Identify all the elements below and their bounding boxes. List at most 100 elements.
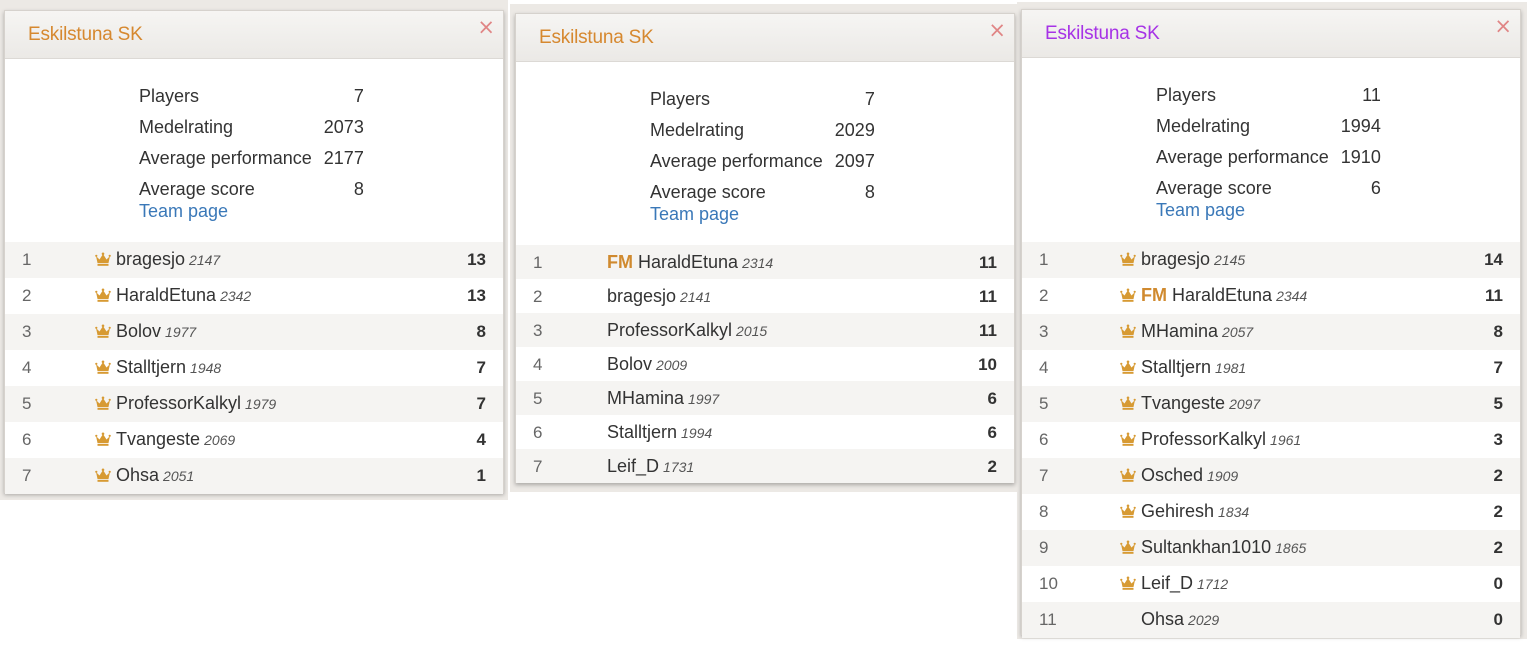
table-row[interactable]: 5 MHamina 1997 6 xyxy=(516,381,1014,415)
player-rating: 2057 xyxy=(1222,324,1254,340)
rank-number: 3 xyxy=(533,321,543,340)
table-row[interactable]: 6 Stalltjern 1994 6 xyxy=(516,415,1014,449)
table-row[interactable]: 1 bragesjo 2147 13 xyxy=(5,242,503,278)
stat-label: Medelrating xyxy=(650,120,745,140)
player-name-link[interactable]: Bolov xyxy=(607,354,652,374)
player-cell: ProfessorKalkyl 1961 xyxy=(1120,429,1301,450)
player-name-link[interactable]: bragesjo xyxy=(116,249,185,269)
table-row[interactable]: 3 Bolov 1977 8 xyxy=(5,314,503,350)
rank-number: 5 xyxy=(1039,394,1049,413)
player-cell: Gehiresh 1834 xyxy=(1120,501,1249,522)
stat-label: Players xyxy=(650,89,711,109)
table-row[interactable]: 4 Stalltjern 1948 7 xyxy=(5,350,503,386)
player-score: 7 xyxy=(1493,358,1503,377)
table-row[interactable]: 2 FM HaraldEtuna 2344 11 xyxy=(1022,278,1520,314)
player-score: 11 xyxy=(979,253,997,272)
player-score: 7 xyxy=(476,358,486,377)
player-score: 8 xyxy=(1493,322,1503,341)
player-title-badge: FM xyxy=(1141,285,1167,305)
player-rating: 1994 xyxy=(681,425,713,441)
player-name-link[interactable]: Tvangeste xyxy=(116,429,200,449)
panel-title: Eskilstuna SK xyxy=(28,24,143,45)
player-name-link[interactable]: HaraldEtuna xyxy=(1172,285,1272,305)
player-name-link[interactable]: Gehiresh xyxy=(1141,501,1214,521)
player-score: 0 xyxy=(1493,574,1503,593)
rank-number: 7 xyxy=(22,466,32,485)
patron-crown-icon xyxy=(1120,286,1136,302)
player-cell: Stalltjern 1981 xyxy=(1120,357,1246,378)
player-name-link[interactable]: bragesjo xyxy=(1141,249,1210,269)
close-icon[interactable]: × xyxy=(1494,16,1512,37)
player-name-link[interactable]: ProfessorKalkyl xyxy=(1141,429,1266,449)
player-name-link[interactable]: Tvangeste xyxy=(1141,393,1225,413)
player-score: 13 xyxy=(467,250,486,269)
player-title-badge: FM xyxy=(607,252,633,272)
player-name-link[interactable]: ProfessorKalkyl xyxy=(607,320,732,340)
player-rating: 2029 xyxy=(1188,612,1220,628)
player-name-link[interactable]: MHamina xyxy=(1141,321,1218,341)
close-icon[interactable]: × xyxy=(988,20,1006,41)
rank-number: 5 xyxy=(22,394,32,413)
rank-number: 1 xyxy=(1039,250,1049,269)
player-name-link[interactable]: MHamina xyxy=(607,388,684,408)
team-page-link[interactable]: Team page xyxy=(139,201,364,222)
table-row[interactable]: 6 ProfessorKalkyl 1961 3 xyxy=(1022,422,1520,458)
rank-number: 6 xyxy=(533,423,543,442)
player-cell: MHamina 1997 xyxy=(607,388,719,409)
player-name-link[interactable]: bragesjo xyxy=(607,286,676,306)
player-name-link[interactable]: Sultankhan1010 xyxy=(1141,537,1271,557)
team-panel: Eskilstuna SK × Players 11 Medelrating 199… xyxy=(1021,9,1521,638)
player-name-link[interactable]: Stalltjern xyxy=(1141,357,1211,377)
close-icon[interactable]: × xyxy=(477,17,495,38)
table-row[interactable]: 1 FM HaraldEtuna 2314 11 xyxy=(516,245,1014,279)
player-name-link[interactable]: HaraldEtuna xyxy=(116,285,216,305)
player-score: 14 xyxy=(1484,250,1503,269)
table-row[interactable]: 7 Osched 1909 2 xyxy=(1022,458,1520,494)
team-stats: Players 7 Medelrating 2073 Average perform… xyxy=(139,81,364,222)
table-row[interactable]: 7 Ohsa 2051 1 xyxy=(5,458,503,494)
player-rating: 2015 xyxy=(736,323,768,339)
player-name-link[interactable]: ProfessorKalkyl xyxy=(116,393,241,413)
player-name-link[interactable]: Bolov xyxy=(116,321,161,341)
table-row[interactable]: 3 MHamina 2057 8 xyxy=(1022,314,1520,350)
rank-number: 3 xyxy=(1039,322,1049,341)
rank-number: 6 xyxy=(1039,430,1049,449)
player-name-link[interactable]: Ohsa xyxy=(1141,609,1184,629)
table-row[interactable]: 10 Leif_D 1712 0 xyxy=(1022,566,1520,602)
table-row[interactable]: 9 Sultankhan1010 1865 2 xyxy=(1022,530,1520,566)
table-row[interactable]: 11 Ohsa 2029 0 xyxy=(1022,602,1520,638)
patron-crown-icon xyxy=(1120,430,1136,446)
table-row[interactable]: 5 Tvangeste 2097 5 xyxy=(1022,386,1520,422)
table-row[interactable]: 3 ProfessorKalkyl 2015 11 xyxy=(516,313,1014,347)
stat-value: 7 xyxy=(353,86,364,106)
table-row[interactable]: 4 Bolov 2009 10 xyxy=(516,347,1014,381)
stat-label: Players xyxy=(1156,85,1217,105)
table-row[interactable]: 8 Gehiresh 1834 2 xyxy=(1022,494,1520,530)
stat-value: 1994 xyxy=(1340,116,1381,136)
table-row[interactable]: 6 Tvangeste 2069 4 xyxy=(5,422,503,458)
player-name-link[interactable]: HaraldEtuna xyxy=(638,252,738,272)
player-rating: 2069 xyxy=(204,432,236,448)
player-name-link[interactable]: Ohsa xyxy=(116,465,159,485)
stat-value: 1910 xyxy=(1340,147,1381,167)
stat-value: 2073 xyxy=(323,117,364,137)
player-name-link[interactable]: Stalltjern xyxy=(116,357,186,377)
rank-number: 6 xyxy=(22,430,32,449)
player-name-link[interactable]: Stalltjern xyxy=(607,422,677,442)
player-name-link[interactable]: Leif_D xyxy=(607,456,659,476)
table-row[interactable]: 1 bragesjo 2145 14 xyxy=(1022,242,1520,278)
rank-number: 10 xyxy=(1039,574,1058,593)
player-name-link[interactable]: Leif_D xyxy=(1141,573,1193,593)
table-row[interactable]: 2 bragesjo 2141 11 xyxy=(516,279,1014,313)
table-row[interactable]: 2 HaraldEtuna 2342 13 xyxy=(5,278,503,314)
player-rating: 1997 xyxy=(688,391,720,407)
player-name-link[interactable]: Osched xyxy=(1141,465,1203,485)
team-panel: Eskilstuna SK × Players 7 Medelrating 2073… xyxy=(4,10,504,494)
player-score: 2 xyxy=(987,457,997,476)
patron-crown-icon xyxy=(1120,322,1136,338)
table-row[interactable]: 4 Stalltjern 1981 7 xyxy=(1022,350,1520,386)
table-row[interactable]: 5 ProfessorKalkyl 1979 7 xyxy=(5,386,503,422)
team-page-link[interactable]: Team page xyxy=(650,204,875,225)
team-page-link[interactable]: Team page xyxy=(1156,200,1381,221)
table-row[interactable]: 7 Leif_D 1731 2 xyxy=(516,449,1014,483)
